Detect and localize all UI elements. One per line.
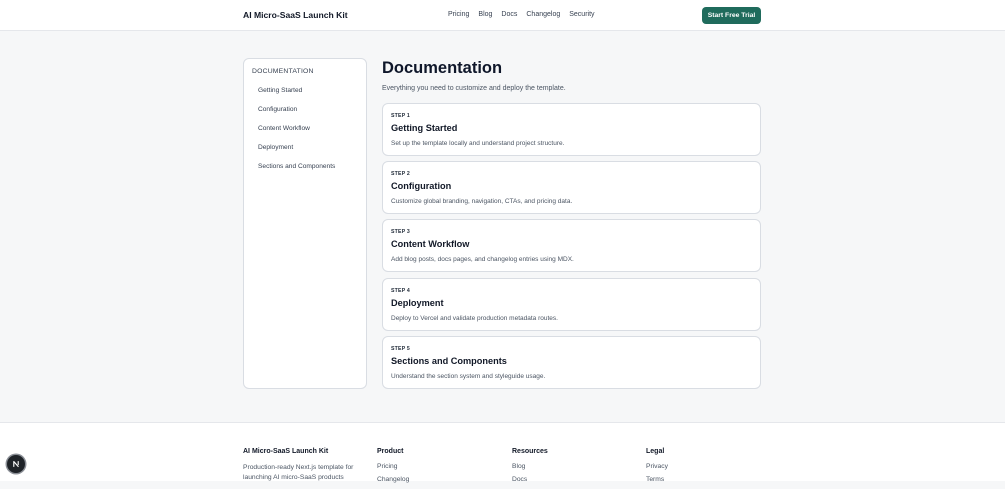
doc-card-sections-and-components[interactable]: STEP 5 Sections and Components Understan… xyxy=(382,335,761,389)
main-nav: Pricing Blog Docs Changelog Security xyxy=(448,11,595,18)
nav-docs[interactable]: Docs xyxy=(501,11,517,18)
site-header: AI Micro-SaaS Launch Kit Pricing Blog Do… xyxy=(0,0,1005,31)
sidebar-list: Getting Started Configuration Content Wo… xyxy=(258,87,335,182)
card-title: Deployment xyxy=(391,297,444,308)
footer-brand: AI Micro-SaaS Launch Kit xyxy=(243,448,329,455)
footer-link-changelog[interactable]: Changelog xyxy=(377,476,409,489)
card-description: Set up the template locally and understa… xyxy=(391,140,565,147)
card-step: STEP 4 xyxy=(391,287,410,294)
card-description: Deploy to Vercel and validate production… xyxy=(391,314,558,322)
footer-product-column: Product Pricing Changelog xyxy=(377,448,409,489)
card-description: Add blog posts, docs pages, and changelo… xyxy=(391,256,574,264)
site-footer: AI Micro-SaaS Launch Kit Production-read… xyxy=(0,422,1005,483)
card-title: Sections and Components xyxy=(391,355,507,366)
nav-pricing[interactable]: Pricing xyxy=(448,11,469,18)
page-title: Documentation xyxy=(382,59,503,77)
sidebar-item-getting-started[interactable]: Getting Started xyxy=(258,87,335,106)
nav-blog[interactable]: Blog xyxy=(478,11,492,18)
card-step: STEP 5 xyxy=(391,345,410,352)
sidebar-item-configuration[interactable]: Configuration xyxy=(258,106,335,125)
brand-logo[interactable]: AI Micro-SaaS Launch Kit xyxy=(243,10,348,20)
footer-resources-column: Resources Blog Docs xyxy=(512,448,548,489)
footer-link-privacy[interactable]: Privacy xyxy=(646,463,668,476)
footer-tagline: Production-ready Next.js template for la… xyxy=(243,464,354,481)
doc-card-getting-started[interactable]: STEP 1 Getting Started Set up the templa… xyxy=(382,103,761,156)
nav-security[interactable]: Security xyxy=(569,11,594,18)
footer-link-blog[interactable]: Blog xyxy=(512,463,548,476)
card-step: STEP 3 xyxy=(391,229,410,236)
card-title: Configuration xyxy=(391,181,452,192)
nextjs-dev-tools-button[interactable] xyxy=(7,455,25,473)
docs-card-list: STEP 1 Getting Started Set up the templa… xyxy=(382,103,761,394)
card-description: Customize global branding, navigation, C… xyxy=(391,198,573,206)
sidebar-title: DOCUMENTATION xyxy=(252,68,314,75)
docs-sidebar: DOCUMENTATION Getting Started Configurat… xyxy=(243,58,367,389)
sidebar-item-sections-and-components[interactable]: Sections and Components xyxy=(258,163,335,182)
card-title: Getting Started xyxy=(391,123,458,133)
footer-legal-heading: Legal xyxy=(646,448,665,455)
footer-product-heading: Product xyxy=(377,448,404,455)
nextjs-n-icon xyxy=(13,460,19,468)
card-step: STEP 1 xyxy=(391,113,410,119)
footer-legal-column: Legal Privacy Terms xyxy=(646,448,668,489)
card-description: Understand the section system and styleg… xyxy=(391,372,546,380)
sidebar-item-deployment[interactable]: Deployment xyxy=(258,144,335,163)
footer-link-pricing[interactable]: Pricing xyxy=(377,463,409,476)
footer-brand-column: AI Micro-SaaS Launch Kit Production-read… xyxy=(243,448,368,483)
page-subtitle: Everything you need to customize and dep… xyxy=(382,85,566,92)
footer-resources-heading: Resources xyxy=(512,448,548,455)
doc-card-content-workflow[interactable]: STEP 3 Content Workflow Add blog posts, … xyxy=(382,219,761,273)
doc-card-configuration[interactable]: STEP 2 Configuration Customize global br… xyxy=(382,161,761,215)
card-step: STEP 2 xyxy=(391,171,410,178)
card-title: Content Workflow xyxy=(391,239,470,250)
footer-link-terms[interactable]: Terms xyxy=(646,476,668,489)
sidebar-item-content-workflow[interactable]: Content Workflow xyxy=(258,125,335,144)
nav-changelog[interactable]: Changelog xyxy=(526,11,560,18)
footer-link-docs[interactable]: Docs xyxy=(512,476,548,489)
start-free-trial-button[interactable]: Start Free Trial xyxy=(702,7,761,24)
doc-card-deployment[interactable]: STEP 4 Deployment Deploy to Vercel and v… xyxy=(382,277,761,331)
